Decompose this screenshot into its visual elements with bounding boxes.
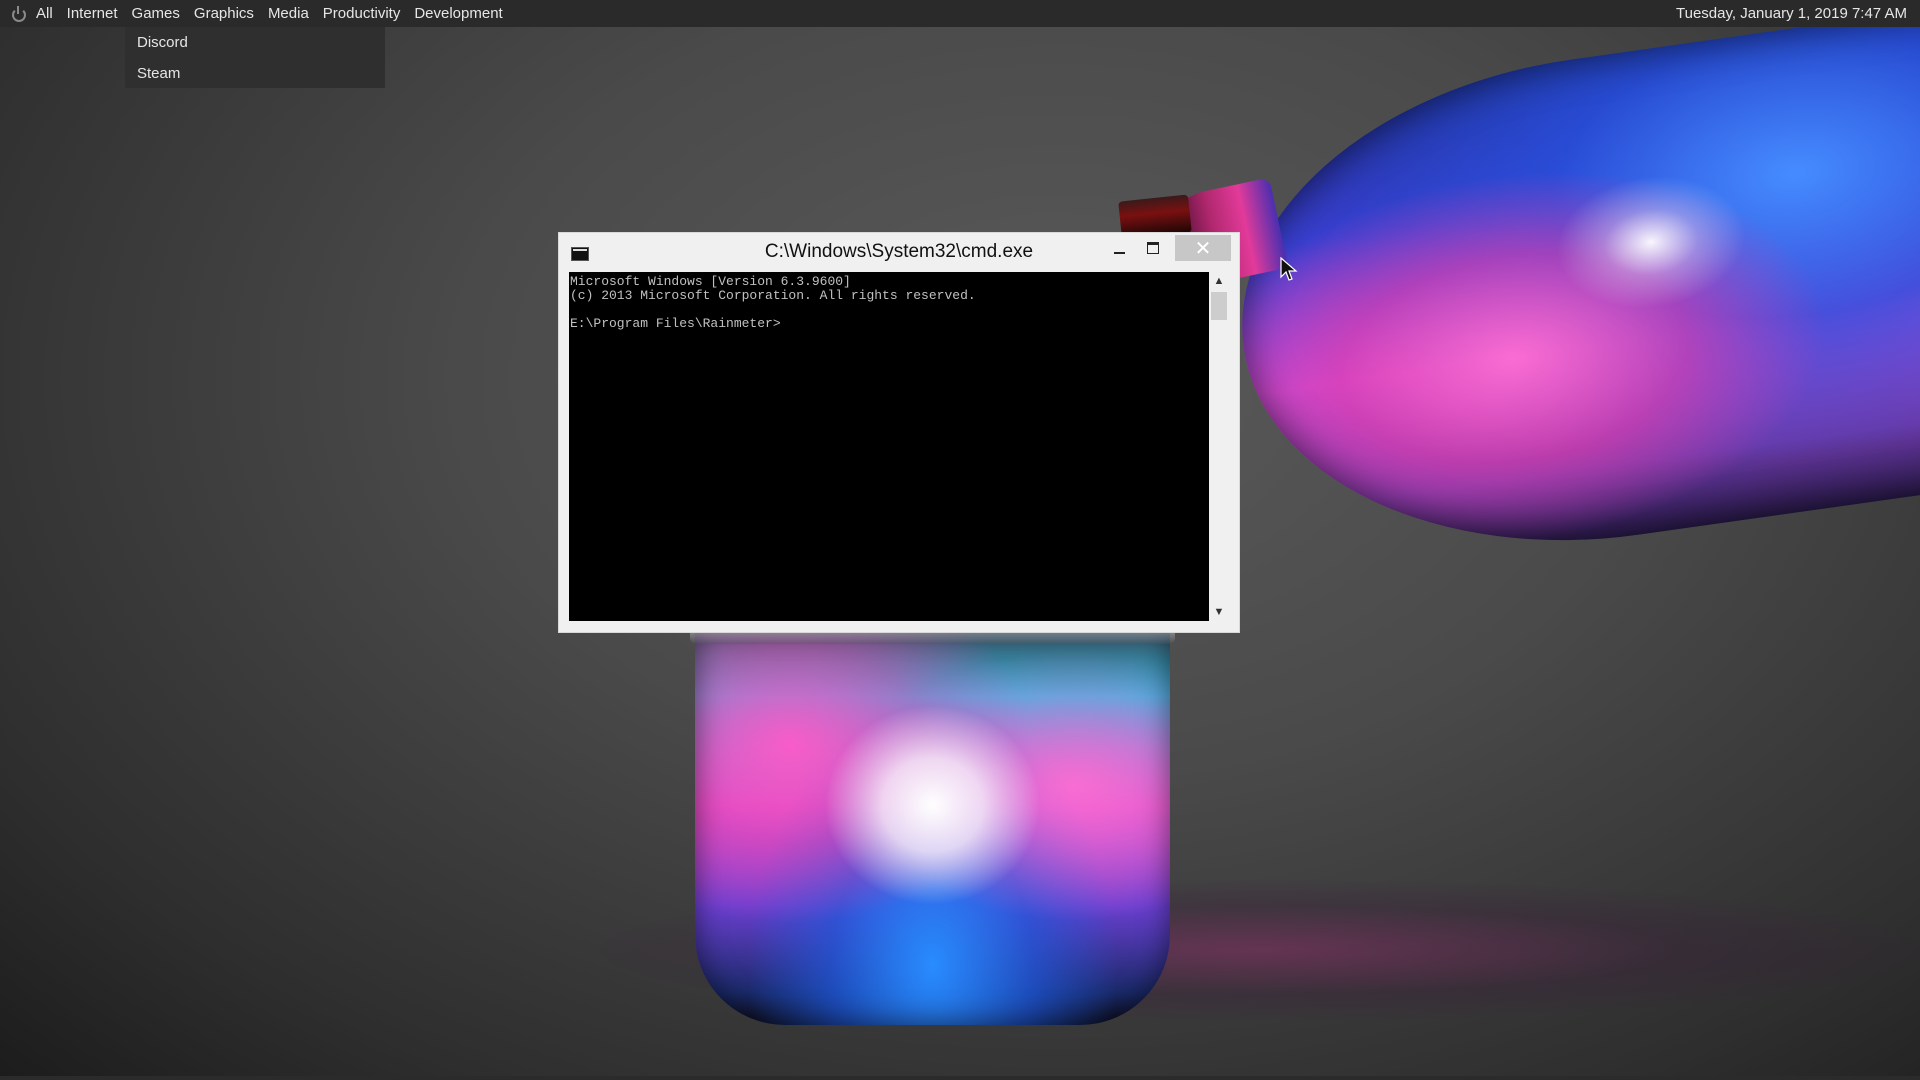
- menu-internet[interactable]: Internet: [67, 5, 118, 22]
- maximize-icon: [1147, 242, 1159, 254]
- menu-development[interactable]: Development: [414, 5, 502, 22]
- dropdown-item-discord[interactable]: Discord: [125, 27, 385, 58]
- minimize-icon: [1113, 252, 1125, 254]
- scroll-thumb[interactable]: [1211, 292, 1227, 320]
- menu-media[interactable]: Media: [268, 5, 309, 22]
- dropdown-item-steam[interactable]: Steam: [125, 58, 385, 89]
- cmd-window: C:\Windows\System32\cmd.exe ✕ Microsoft …: [558, 232, 1240, 633]
- menu-graphics[interactable]: Graphics: [194, 5, 254, 22]
- close-button[interactable]: ✕: [1175, 235, 1231, 261]
- console-scrollbar[interactable]: ▲ ▼: [1209, 272, 1229, 621]
- power-icon[interactable]: [11, 5, 27, 22]
- clock: Tuesday, January 1, 2019 7:47 AM: [1676, 5, 1907, 22]
- menu-all[interactable]: All: [36, 5, 53, 22]
- menu-productivity[interactable]: Productivity: [323, 5, 401, 22]
- console-line: (c) 2013 Microsoft Corporation. All righ…: [570, 288, 976, 303]
- wallpaper-bottle: [1210, 4, 1920, 586]
- window-title: C:\Windows\System32\cmd.exe: [764, 241, 1034, 262]
- window-titlebar[interactable]: C:\Windows\System32\cmd.exe ✕: [559, 233, 1239, 271]
- maximize-button[interactable]: [1143, 236, 1163, 260]
- console-prompt: E:\Program Files\Rainmeter>: [570, 316, 781, 331]
- minimize-button[interactable]: [1109, 236, 1129, 260]
- scroll-down-icon[interactable]: ▼: [1213, 606, 1225, 618]
- console-output[interactable]: Microsoft Windows [Version 6.3.9600] (c) …: [569, 272, 1209, 621]
- games-dropdown: Discord Steam: [125, 27, 385, 88]
- menu-games[interactable]: Games: [132, 5, 180, 22]
- console-line: Microsoft Windows [Version 6.3.9600]: [570, 274, 851, 289]
- wallpaper-jar: [695, 625, 1170, 1025]
- taskbar-edge: [0, 1076, 1920, 1080]
- launcher-bar: All Internet Games Graphics Media Produc…: [0, 0, 1920, 27]
- close-icon: ✕: [1194, 237, 1212, 260]
- scroll-up-icon[interactable]: ▲: [1213, 275, 1225, 287]
